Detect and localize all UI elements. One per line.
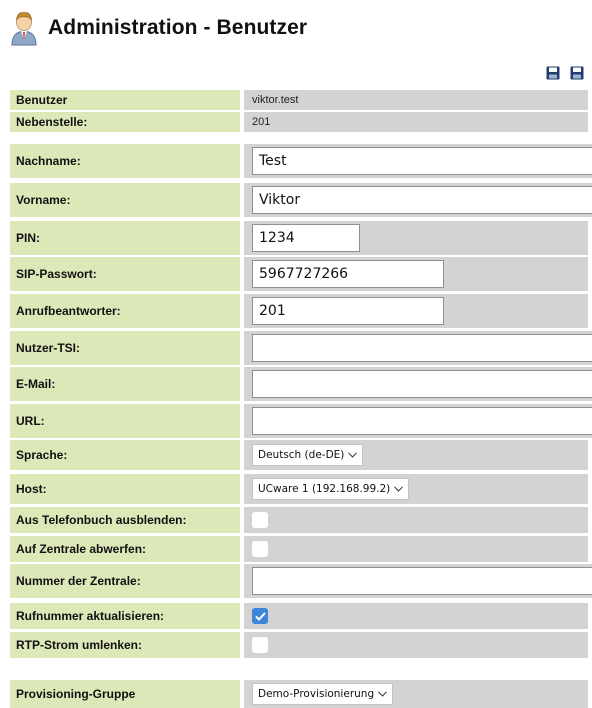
vorname-input[interactable]	[252, 186, 592, 214]
label-nachname: Nachname:	[10, 144, 240, 178]
label-rufnummer-aktualisieren: Rufnummer aktualisieren:	[10, 603, 240, 629]
host-select[interactable]: UCware 1 (192.168.99.2)	[252, 478, 410, 500]
page-header: Administration - Benutzer	[10, 8, 307, 48]
value-benutzer: viktor.test	[244, 90, 588, 110]
provisioning-gruppe-select-value: Demo-Provisionierung	[258, 688, 375, 700]
row-nebenstelle: Nebenstelle: 201	[10, 112, 588, 132]
row-auf-zentrale: Auf Zentrale abwerfen:	[10, 536, 588, 562]
label-email: E-Mail:	[10, 367, 240, 401]
row-vorname: Vorname:	[10, 183, 592, 217]
row-aus-telefonbuch: Aus Telefonbuch ausblenden:	[10, 507, 588, 533]
label-benutzer: Benutzer	[10, 90, 240, 110]
save-all-icon[interactable]	[570, 66, 584, 80]
sprache-select-value: Deutsch (de-DE)	[258, 449, 345, 461]
rtp-strom-checkbox[interactable]	[252, 637, 268, 653]
rufnummer-aktualisieren-checkbox[interactable]	[252, 608, 268, 624]
sip-passwort-input[interactable]	[252, 260, 444, 288]
label-provisioning-gruppe: Provisioning-Gruppe	[10, 680, 240, 708]
row-benutzer: Benutzer viktor.test	[10, 90, 588, 110]
row-nummer-zentrale: Nummer der Zentrale:	[10, 564, 592, 598]
url-input[interactable]	[252, 407, 592, 435]
nutzer-tsi-input[interactable]	[252, 334, 592, 362]
row-nutzer-tsi: Nutzer-TSI:	[10, 331, 592, 365]
label-nutzer-tsi: Nutzer-TSI:	[10, 331, 240, 365]
user-icon	[11, 12, 37, 46]
chevron-down-icon	[378, 691, 387, 697]
aus-telefonbuch-checkbox[interactable]	[252, 512, 268, 528]
label-sip-passwort: SIP-Passwort:	[10, 257, 240, 291]
label-rtp-strom: RTP-Strom umlenken:	[10, 632, 240, 658]
row-sip-passwort: SIP-Passwort:	[10, 257, 588, 291]
label-vorname: Vorname:	[10, 183, 240, 217]
label-url: URL:	[10, 404, 240, 438]
label-sprache: Sprache:	[10, 440, 240, 470]
row-anrufbeantworter: Anrufbeantworter:	[10, 294, 588, 328]
provisioning-gruppe-select[interactable]: Demo-Provisionierung	[252, 683, 394, 705]
row-email: E-Mail:	[10, 367, 592, 401]
label-anrufbeantworter: Anrufbeantworter:	[10, 294, 240, 328]
nachname-input[interactable]	[252, 147, 592, 175]
value-nebenstelle: 201	[244, 112, 588, 132]
toolbar	[546, 66, 584, 80]
label-aus-telefonbuch: Aus Telefonbuch ausblenden:	[10, 507, 240, 533]
row-rufnummer-aktualisieren: Rufnummer aktualisieren:	[10, 603, 588, 629]
save-icon[interactable]	[546, 66, 560, 80]
label-nebenstelle: Nebenstelle:	[10, 112, 240, 132]
anrufbeantworter-input[interactable]	[252, 297, 444, 325]
row-host: Host: UCware 1 (192.168.99.2)	[10, 474, 588, 504]
nummer-zentrale-input[interactable]	[252, 567, 592, 595]
pin-input[interactable]	[252, 224, 360, 252]
sprache-select[interactable]: Deutsch (de-DE)	[252, 444, 364, 466]
row-nachname: Nachname:	[10, 144, 592, 178]
row-url: URL:	[10, 404, 592, 438]
row-sprache: Sprache: Deutsch (de-DE)	[10, 440, 588, 470]
auf-zentrale-checkbox[interactable]	[252, 541, 268, 557]
host-select-value: UCware 1 (192.168.99.2)	[258, 483, 391, 495]
chevron-down-icon	[348, 452, 358, 458]
row-provisioning-gruppe: Provisioning-Gruppe Demo-Provisionierung	[10, 680, 588, 708]
page-title: Administration - Benutzer	[48, 16, 308, 39]
label-auf-zentrale: Auf Zentrale abwerfen:	[10, 536, 240, 562]
checkmark-icon	[254, 611, 266, 621]
chevron-down-icon	[394, 486, 404, 492]
email-input[interactable]	[252, 370, 592, 398]
row-pin: PIN:	[10, 221, 588, 255]
row-rtp-strom: RTP-Strom umlenken:	[10, 632, 588, 658]
label-host: Host:	[10, 474, 240, 504]
label-pin: PIN:	[10, 221, 240, 255]
label-nummer-zentrale: Nummer der Zentrale:	[10, 564, 240, 598]
